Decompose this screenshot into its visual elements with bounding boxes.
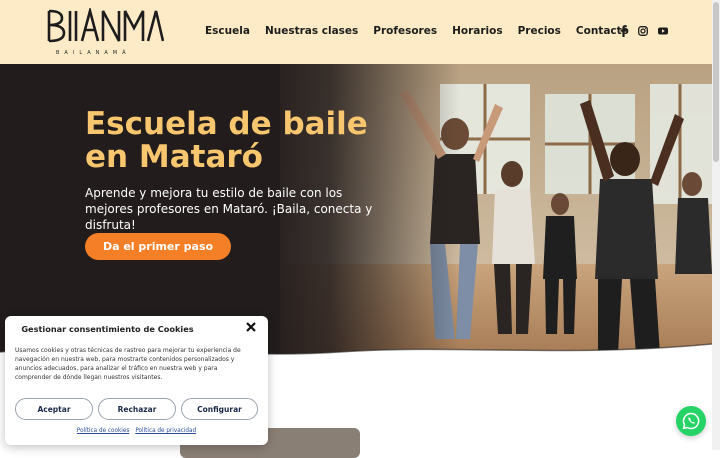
whatsapp-chat-button[interactable]	[676, 406, 706, 436]
hero-title-line-2: en Mataró	[85, 139, 263, 175]
nav-item-horarios[interactable]: Horarios	[452, 25, 503, 37]
accept-cookies-button[interactable]: Aceptar	[15, 398, 93, 420]
whatsapp-icon	[682, 412, 700, 430]
cookie-button-row: Aceptar Rechazar Configurar	[15, 398, 258, 420]
cookie-policy-links: Política de cookies Política de privacid…	[5, 428, 268, 434]
logo-subtitle: BAILANAMÁ	[56, 50, 131, 56]
configure-cookies-button[interactable]: Configurar	[181, 398, 258, 420]
youtube-icon[interactable]	[658, 25, 668, 37]
cookie-description: Usamos cookies y otras técnicas de rastr…	[15, 347, 241, 381]
reject-cookies-button[interactable]: Rechazar	[98, 398, 176, 420]
site-header: BAILANAMÁ Escuela Nuestras clases Profes…	[0, 0, 712, 64]
cta-first-step-button[interactable]: Da el primer paso	[85, 233, 231, 260]
nav-item-profesores[interactable]: Profesores	[373, 25, 437, 37]
nav-item-precios[interactable]: Precios	[518, 25, 561, 37]
social-links	[618, 25, 668, 37]
hero-title-line-1: Escuela de baile	[85, 106, 368, 142]
instagram-icon[interactable]	[638, 25, 648, 37]
facebook-icon[interactable]	[618, 25, 628, 37]
main-nav: Escuela Nuestras clases Profesores Horar…	[205, 25, 629, 37]
site-logo[interactable]: BAILANAMÁ	[46, 8, 164, 56]
cookie-policy-link[interactable]: Política de cookies	[77, 428, 129, 434]
logo-mark	[47, 8, 164, 43]
page-scrollbar[interactable]	[712, 0, 720, 450]
cookie-consent-dialog: Gestionar consentimiento de Cookies Usam…	[5, 316, 268, 445]
nav-item-nuestras-clases[interactable]: Nuestras clases	[265, 25, 358, 37]
privacy-policy-link[interactable]: Política de privacidad	[135, 428, 196, 434]
close-icon[interactable]	[245, 321, 257, 333]
cookie-dialog-title: Gestionar consentimiento de Cookies	[21, 324, 194, 334]
nav-item-escuela[interactable]: Escuela	[205, 25, 250, 37]
scrollbar-thumb[interactable]	[713, 2, 719, 162]
hero-subtitle: Aprende y mejora tu estilo de baile con …	[85, 186, 373, 232]
hero-title: Escuela de baile en Mataró	[85, 108, 405, 174]
